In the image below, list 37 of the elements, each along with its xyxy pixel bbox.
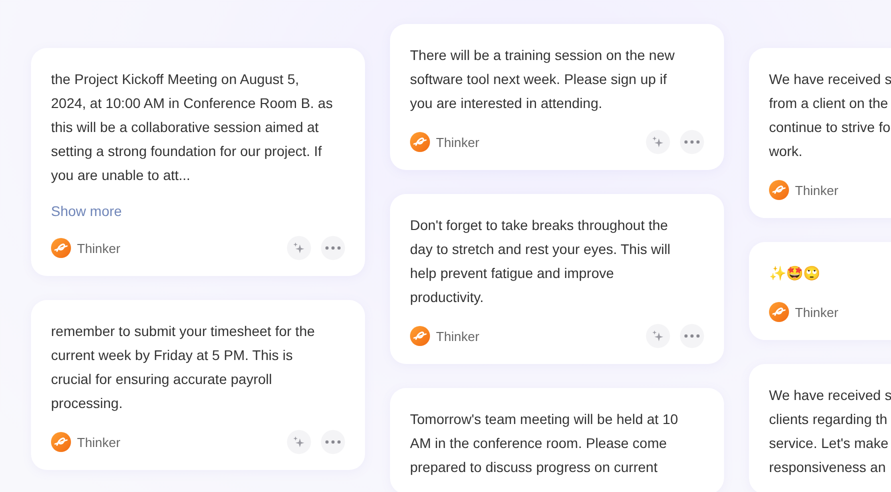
logo-icon xyxy=(410,132,430,152)
more-button[interactable] xyxy=(321,236,345,260)
logo-icon xyxy=(769,302,789,322)
more-button[interactable] xyxy=(321,430,345,454)
ellipsis-icon xyxy=(684,140,700,144)
sparkle-icon xyxy=(651,135,665,149)
ai-button[interactable] xyxy=(287,236,311,260)
ai-button[interactable] xyxy=(646,130,670,154)
note-text: Don't forget to take breaks throughout the day to stretch and rest your eyes. This will help prevent fatigue and improve productivity. xyxy=(410,216,672,307)
note-text: Tomorrow's team meeting will be held at 10 AM in the conference room. Please come prepared to discuss progress on current xyxy=(410,410,680,477)
note-text: the Project Kickoff Meeting on August 5, 2024, at 10:00 AM in Conference Room B. as this will be a collaborative session aimed at setting a strong foundation for our project. If you are unable to att... xyxy=(51,70,334,185)
author-name: Thinker xyxy=(436,134,480,150)
note-text: There will be a training session on the new software tool next week. Please sign up if you are interested in attending. xyxy=(410,46,676,113)
author-name: Thinker xyxy=(77,434,120,450)
sparkle-icon xyxy=(292,435,306,449)
show-more-link[interactable]: Show more xyxy=(51,203,122,219)
note-text: We have received s clients regarding th service. Let's make responsiveness an xyxy=(769,386,891,477)
logo-icon xyxy=(51,432,71,452)
author-name: Thinker xyxy=(77,240,120,256)
ellipsis-icon xyxy=(684,334,700,338)
ai-button[interactable] xyxy=(287,430,311,454)
more-button[interactable] xyxy=(680,130,704,154)
ellipsis-icon xyxy=(325,246,341,250)
author-name: Thinker xyxy=(436,328,480,344)
more-button[interactable] xyxy=(680,324,704,348)
logo-icon xyxy=(51,238,71,258)
sparkle-icon xyxy=(292,241,306,255)
ai-button[interactable] xyxy=(646,324,670,348)
logo-icon xyxy=(769,180,789,200)
note-text: remember to submit your timesheet for the current week by Friday at 5 PM. This is crucial for ensuring accurate payroll processing. xyxy=(51,322,316,413)
sparkle-icon xyxy=(651,329,665,343)
author-name: Thinker xyxy=(795,182,838,198)
note-text: We have received s from a client on the continue to strive fo work. xyxy=(769,70,891,161)
author-name: Thinker xyxy=(795,304,838,320)
note-text: ✨🤩🙄 xyxy=(769,264,821,283)
logo-icon xyxy=(410,326,430,346)
ellipsis-icon xyxy=(325,440,341,444)
